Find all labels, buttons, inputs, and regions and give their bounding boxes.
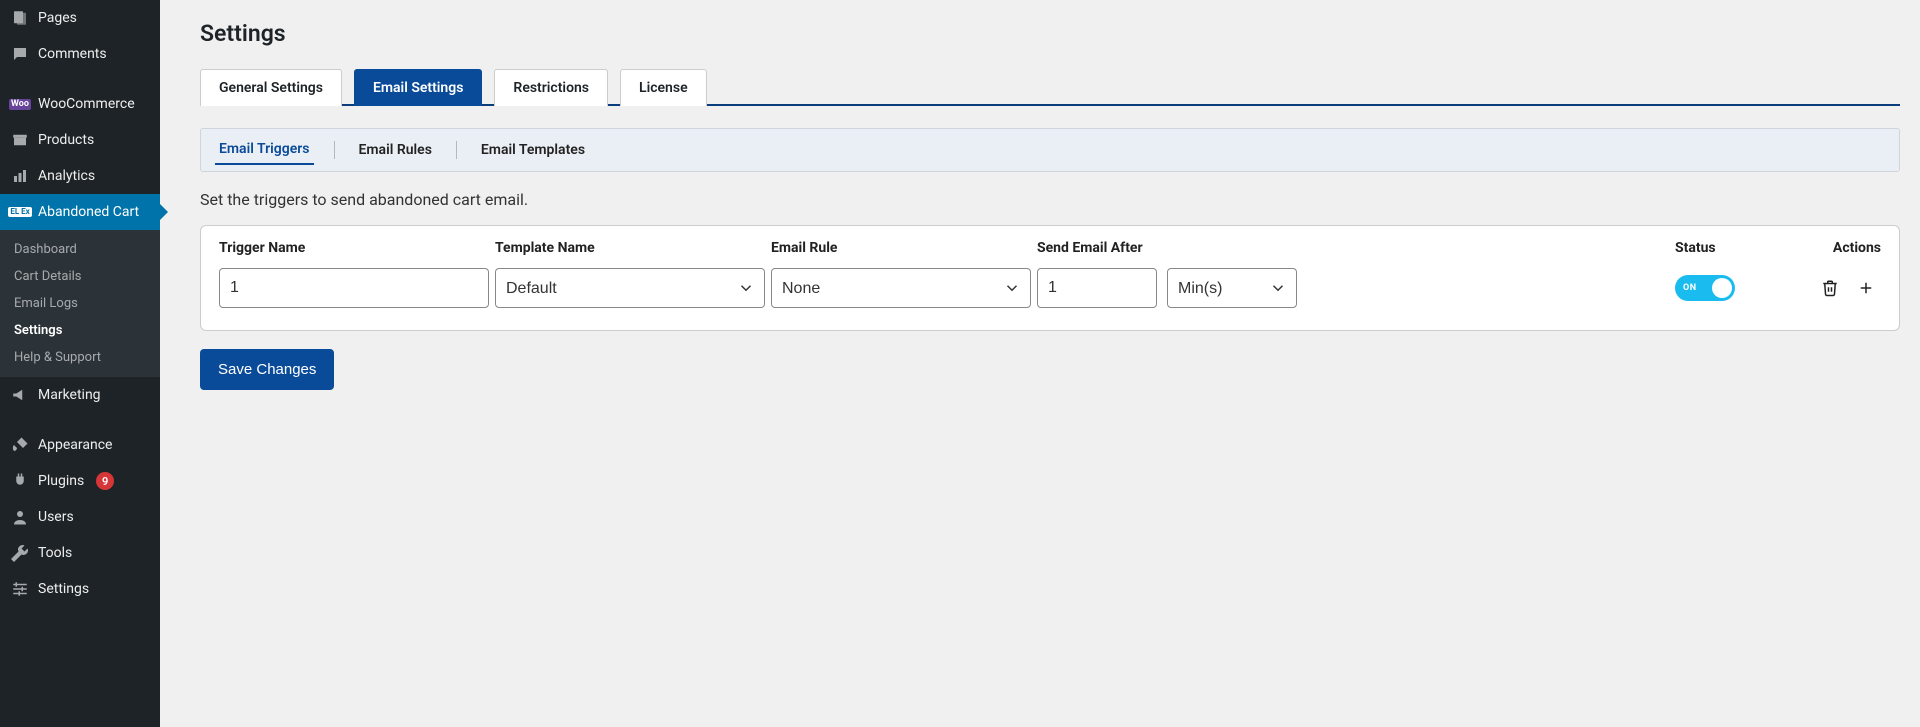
tab-email-settings[interactable]: Email Settings (354, 69, 482, 106)
divider (334, 141, 335, 159)
sidebar-item-label: Products (38, 132, 94, 148)
page-icon (10, 8, 30, 28)
sidebar-item-tools[interactable]: Tools (0, 535, 160, 571)
save-changes-button[interactable]: Save Changes (200, 349, 334, 390)
trigger-name-input[interactable] (219, 268, 489, 308)
send-after-value-input[interactable] (1037, 268, 1157, 308)
plug-icon (10, 471, 30, 491)
sidebar-item-users[interactable]: Users (0, 499, 160, 535)
submenu-item-cart-details[interactable]: Cart Details (0, 263, 160, 290)
brush-icon (10, 435, 30, 455)
plugin-brand-icon: EL Ex (10, 202, 30, 222)
sidebar-item-label: Plugins (38, 473, 84, 489)
col-header-send-after: Send Email After (1037, 240, 1669, 268)
sidebar-item-pages[interactable]: Pages (0, 0, 160, 36)
triggers-panel: Trigger Name Template Name Email Rule Se… (200, 225, 1900, 331)
wrench-icon (10, 543, 30, 563)
submenu-item-help-support[interactable]: Help & Support (0, 344, 160, 371)
sidebar-submenu-abandoned-cart: Dashboard Cart Details Email Logs Settin… (0, 230, 160, 377)
subtab-email-templates[interactable]: Email Templates (477, 136, 589, 164)
tab-restrictions[interactable]: Restrictions (494, 69, 608, 106)
sidebar-item-label: Tools (38, 545, 72, 561)
status-toggle[interactable]: ON (1675, 275, 1735, 301)
sidebar-item-abandoned-cart[interactable]: EL Ex Abandoned Cart (0, 194, 160, 230)
megaphone-icon (10, 385, 30, 405)
trash-icon (1821, 279, 1839, 297)
main-content: Settings General Settings Email Settings… (160, 0, 1920, 390)
toggle-knob (1712, 278, 1732, 298)
email-rule-select[interactable]: None (771, 268, 1031, 308)
admin-sidebar: Pages Comments Woo WooCommerce Products … (0, 0, 160, 727)
submenu-item-dashboard[interactable]: Dashboard (0, 236, 160, 263)
sidebar-item-label: WooCommerce (38, 96, 135, 112)
sidebar-item-analytics[interactable]: Analytics (0, 158, 160, 194)
update-count-badge: 9 (96, 472, 114, 490)
sidebar-item-plugins[interactable]: Plugins 9 (0, 463, 160, 499)
chart-bar-icon (10, 166, 30, 186)
subtab-email-triggers[interactable]: Email Triggers (215, 135, 314, 165)
sidebar-item-appearance[interactable]: Appearance (0, 427, 160, 463)
tab-license[interactable]: License (620, 69, 707, 106)
col-header-template-name: Template Name (495, 240, 765, 268)
email-subtabs: Email Triggers Email Rules Email Templat… (200, 128, 1900, 172)
send-after-unit-select[interactable]: Min(s) (1167, 268, 1297, 308)
submenu-item-settings[interactable]: Settings (0, 317, 160, 344)
col-header-email-rule: Email Rule (771, 240, 1031, 268)
archive-icon (10, 130, 30, 150)
section-description: Set the triggers to send abandoned cart … (200, 190, 1900, 209)
sidebar-item-label: Users (38, 509, 74, 525)
settings-tabs: General Settings Email Settings Restrict… (200, 67, 1900, 106)
user-icon (10, 507, 30, 527)
col-header-status: Status (1675, 240, 1795, 268)
comment-icon (10, 44, 30, 64)
plus-icon (1857, 279, 1875, 297)
sidebar-item-settings[interactable]: Settings (0, 571, 160, 607)
sidebar-item-label: Analytics (38, 168, 95, 184)
sidebar-item-label: Pages (38, 10, 77, 26)
sidebar-item-label: Abandoned Cart (38, 204, 139, 220)
sidebar-item-comments[interactable]: Comments (0, 36, 160, 72)
template-select[interactable]: Default (495, 268, 765, 308)
sliders-icon (10, 579, 30, 599)
sidebar-item-label: Marketing (38, 387, 101, 403)
subtab-email-rules[interactable]: Email Rules (355, 136, 436, 164)
divider (456, 141, 457, 159)
sidebar-item-products[interactable]: Products (0, 122, 160, 158)
sidebar-item-label: Appearance (38, 437, 112, 453)
add-row-button[interactable] (1857, 279, 1875, 297)
sidebar-item-marketing[interactable]: Marketing (0, 377, 160, 413)
sidebar-item-label: Settings (38, 581, 89, 597)
sidebar-item-woocommerce[interactable]: Woo WooCommerce (0, 86, 160, 122)
delete-row-button[interactable] (1821, 279, 1839, 297)
submenu-item-email-logs[interactable]: Email Logs (0, 290, 160, 317)
woocommerce-icon: Woo (10, 94, 30, 114)
col-header-actions: Actions (1801, 240, 1881, 268)
page-title: Settings (200, 20, 1900, 47)
tab-general-settings[interactable]: General Settings (200, 69, 342, 106)
col-header-trigger-name: Trigger Name (219, 240, 489, 268)
toggle-on-label: ON (1683, 283, 1697, 293)
sidebar-item-label: Comments (38, 46, 107, 62)
